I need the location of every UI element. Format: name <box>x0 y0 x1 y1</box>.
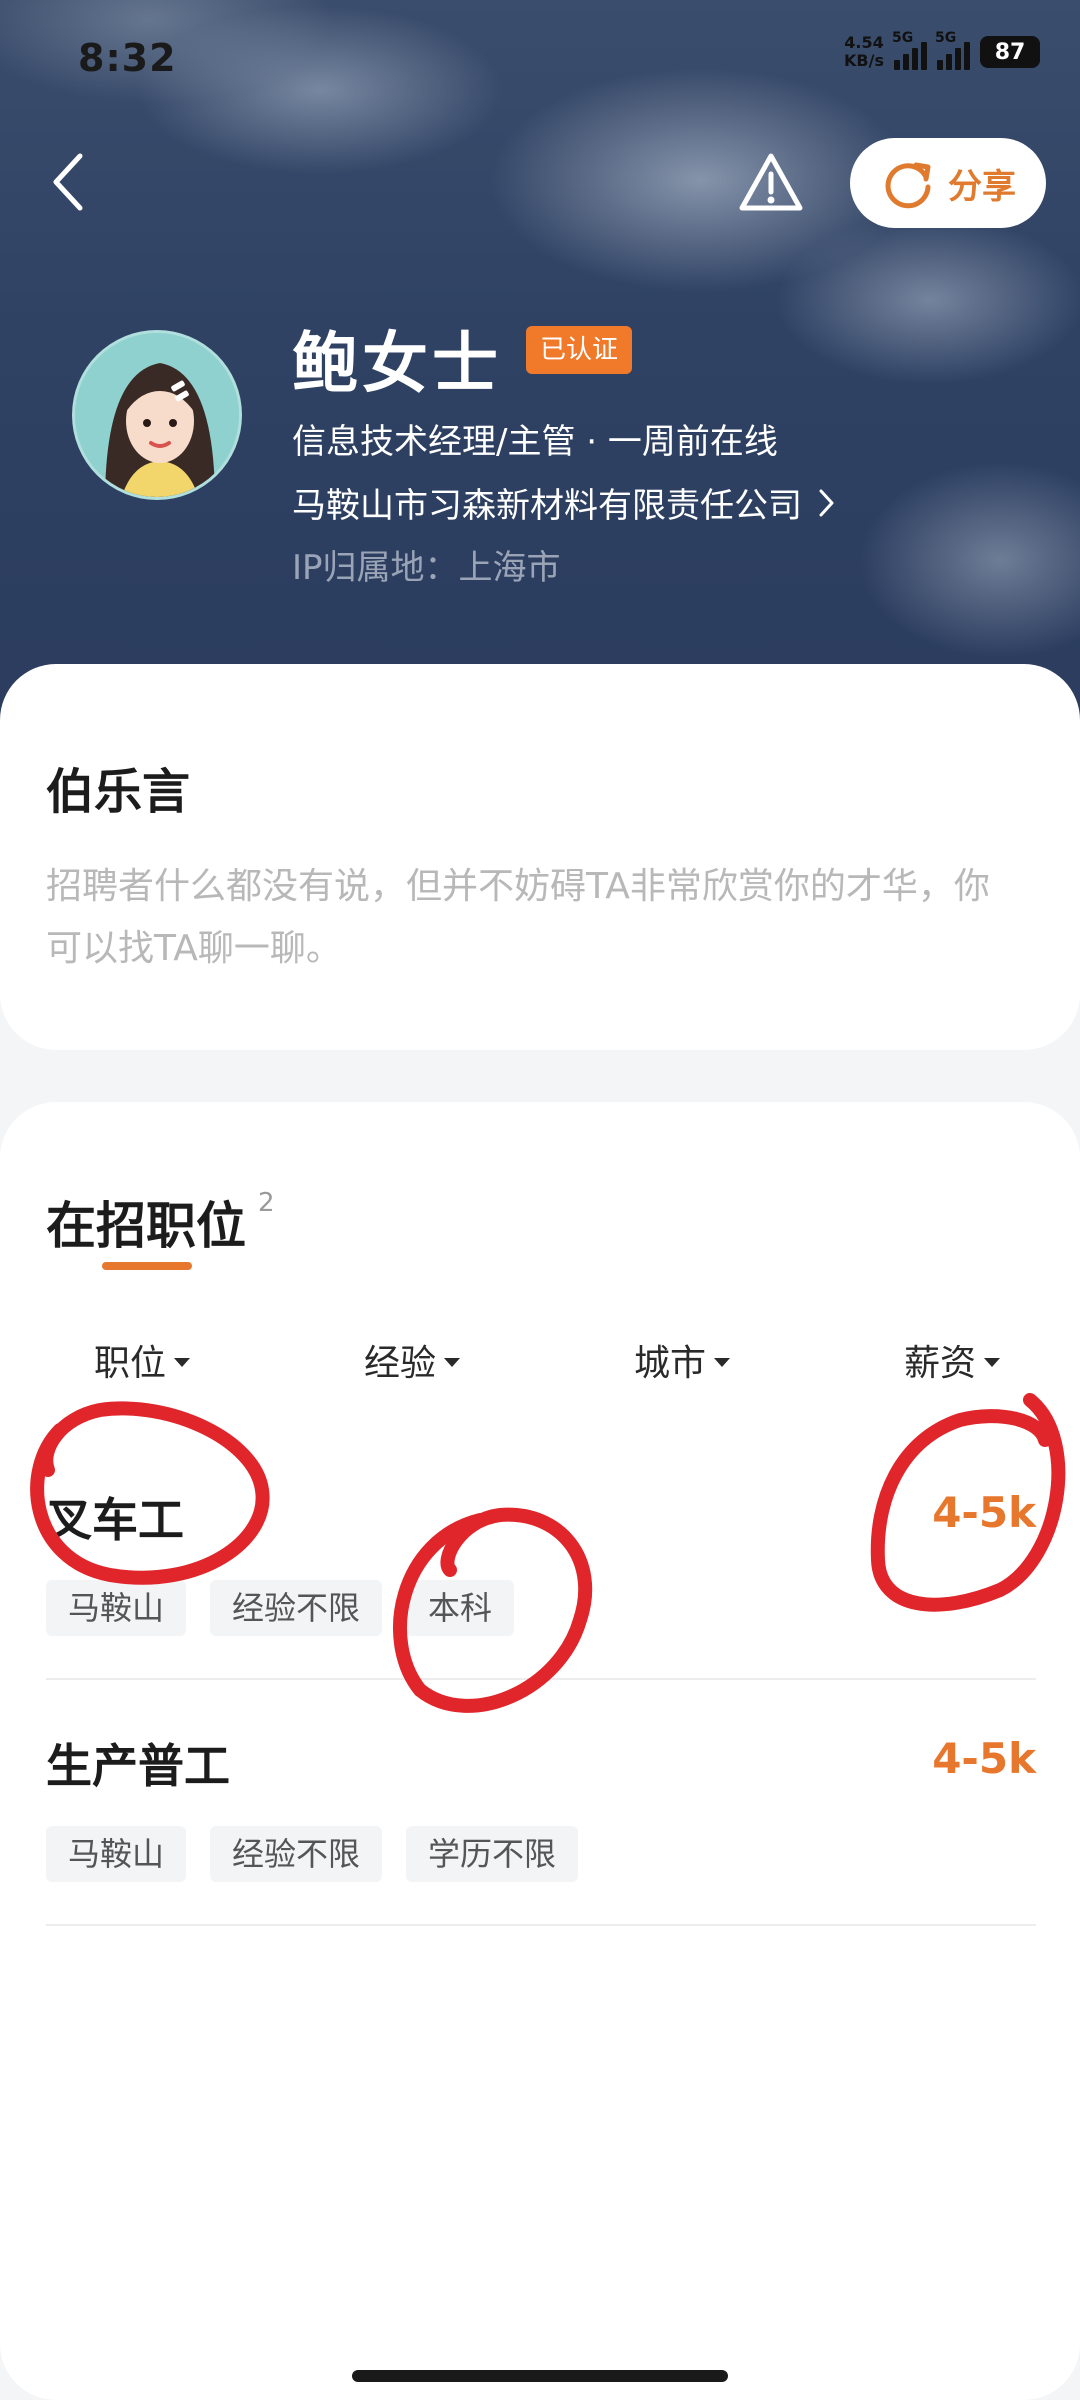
battery-icon: 87 <box>980 36 1040 68</box>
home-indicator[interactable] <box>352 2370 728 2382</box>
ip-location: IP归属地：上海市 <box>292 548 561 588</box>
job-item[interactable]: 叉车工 4-5k 马鞍山 经验不限 本科 <box>46 1484 1036 1654</box>
share-button[interactable]: 分享 <box>850 138 1046 228</box>
network-speed: 4.54 KB/s <box>844 33 884 70</box>
job-name: 生产普工 <box>46 1739 230 1793</box>
filter-position[interactable]: 职位 <box>94 1334 191 1386</box>
jobs-tab-title[interactable]: 在招职位 <box>46 1186 246 1258</box>
jobs-count: 2 <box>258 1188 275 1218</box>
divider <box>46 1924 1036 1926</box>
status-icons: 4.54 KB/s 5G 5G 87 <box>844 30 1040 70</box>
tab-indicator <box>102 1262 192 1270</box>
caret-down-icon <box>444 1357 461 1367</box>
tag-education: 本科 <box>406 1580 515 1636</box>
avatar[interactable] <box>72 330 242 500</box>
company-link[interactable]: 马鞍山市习森新材料有限责任公司 <box>292 478 836 527</box>
company-name: 马鞍山市习森新材料有限责任公司 <box>292 486 802 526</box>
about-text: 招聘者什么都没有说，但并不妨碍TA非常欣赏你的才华，你可以找TA聊一聊。 <box>46 866 990 969</box>
report-button[interactable] <box>738 150 804 216</box>
chevron-left-icon <box>53 153 83 211</box>
share-icon <box>885 162 931 209</box>
job-name: 叉车工 <box>46 1493 184 1547</box>
job-item[interactable]: 生产普工 4-5k 马鞍山 经验不限 学历不限 <box>46 1730 1036 1900</box>
verified-badge: 已认证 <box>526 326 633 374</box>
job-tags: 马鞍山 经验不限 学历不限 <box>46 1826 579 1882</box>
status-time: 8:32 <box>78 36 177 80</box>
signal-icon: 5G <box>892 30 927 70</box>
chevron-right-icon <box>819 489 834 516</box>
job-salary: 4-5k <box>932 1734 1036 1783</box>
filter-city[interactable]: 城市 <box>634 1334 731 1386</box>
tag-education: 学历不限 <box>406 1826 579 1882</box>
back-button[interactable] <box>48 150 88 214</box>
filter-salary[interactable]: 薪资 <box>904 1334 1001 1386</box>
job-salary: 4-5k <box>932 1488 1036 1537</box>
about-title: 伯乐言 <box>46 764 191 820</box>
avatar-illustration <box>75 333 239 497</box>
tag-experience: 经验不限 <box>210 1826 383 1882</box>
caret-down-icon <box>174 1357 191 1367</box>
filter-bar: 职位 经验 城市 薪资 <box>0 1334 1080 1384</box>
share-label: 分享 <box>948 166 1016 207</box>
divider <box>46 1678 1036 1680</box>
tag-experience: 经验不限 <box>210 1580 383 1636</box>
recruiter-profile-screen: 8:32 4.54 KB/s 5G 5G 87 分享 鲍女士 已认证 信息技术经… <box>0 0 1080 2400</box>
recruiter-name: 鲍女士 <box>292 325 502 402</box>
caret-down-icon <box>714 1357 731 1367</box>
tag-city: 马鞍山 <box>46 1826 187 1882</box>
signal-icon-2: 5G <box>935 30 970 70</box>
job-tags: 马鞍山 经验不限 本科 <box>46 1580 515 1636</box>
tag-city: 马鞍山 <box>46 1580 187 1636</box>
warning-icon <box>739 153 803 211</box>
filter-experience[interactable]: 经验 <box>364 1334 461 1386</box>
recruiter-title-status: 信息技术经理/主管 · 一周前在线 <box>292 422 778 462</box>
caret-down-icon <box>984 1357 1001 1367</box>
